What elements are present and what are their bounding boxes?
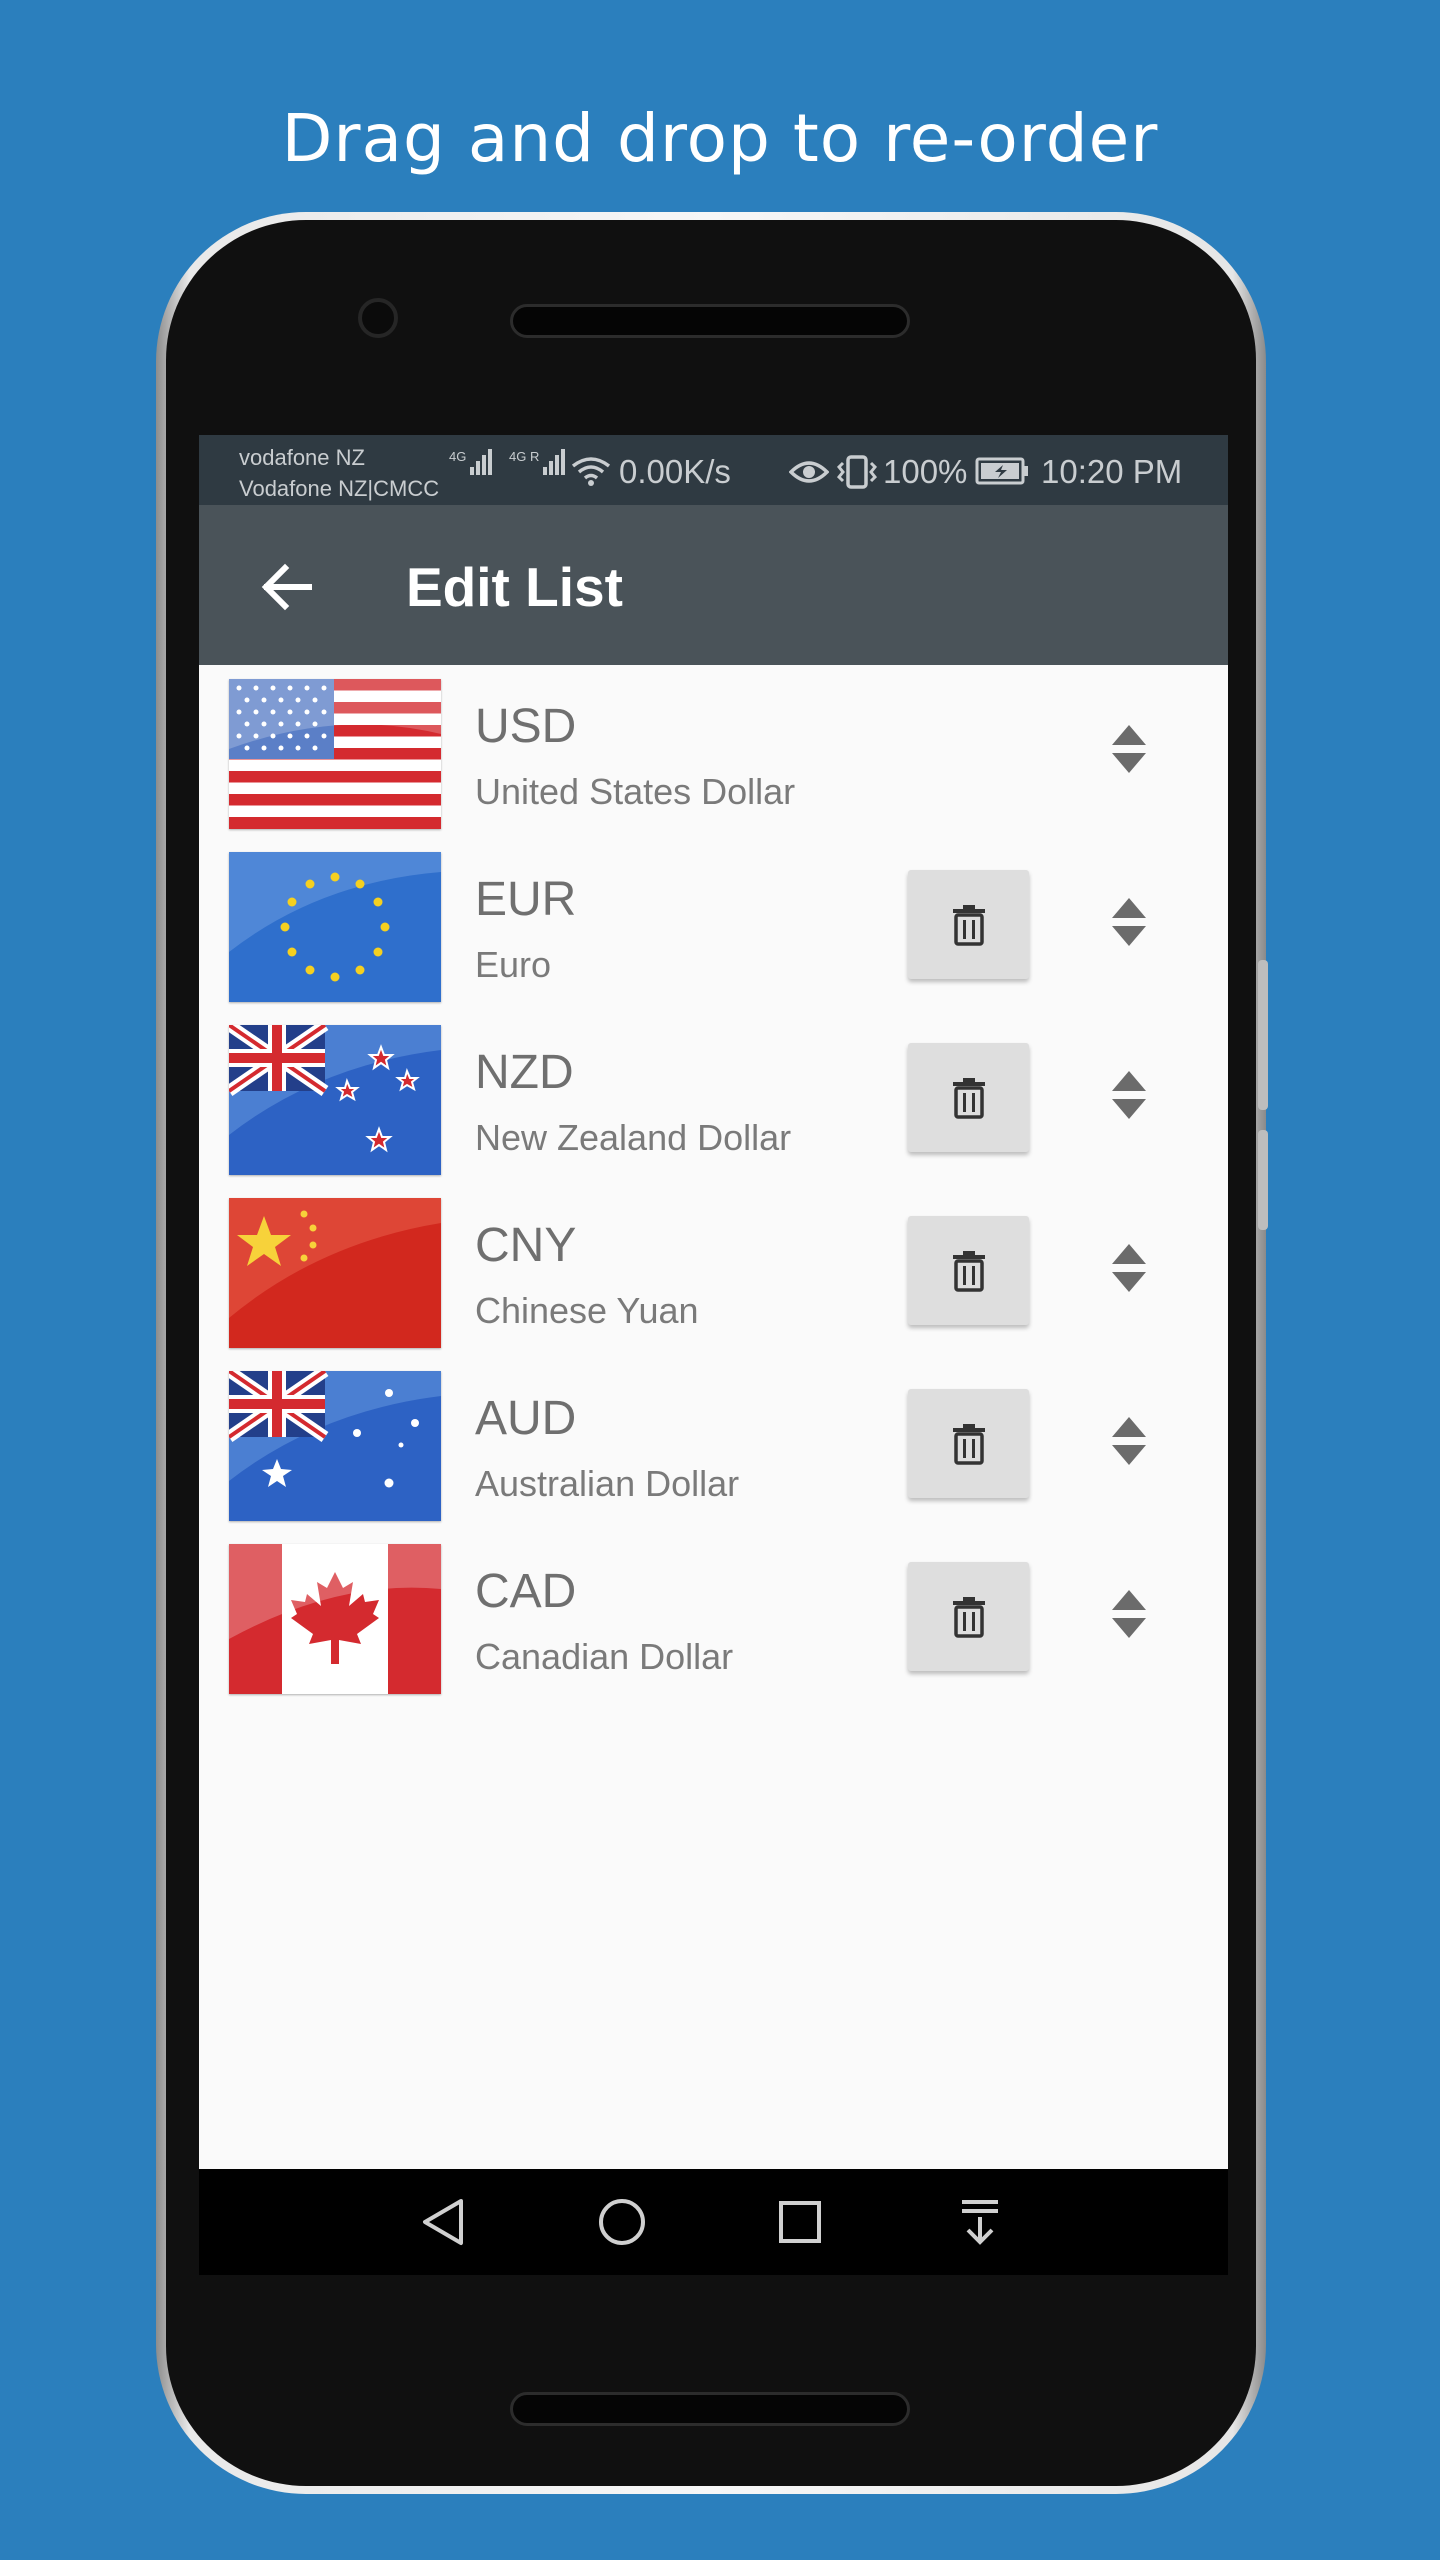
currency-code: USD bbox=[475, 700, 577, 753]
delete-button[interactable] bbox=[908, 1216, 1029, 1325]
currency-code: CNY bbox=[475, 1219, 577, 1272]
trash-icon bbox=[952, 1077, 985, 1119]
currency-name: United States Dollar bbox=[475, 771, 796, 812]
wifi-icon bbox=[571, 457, 611, 486]
eye-icon bbox=[789, 461, 829, 483]
nav-home-icon bbox=[599, 2199, 645, 2245]
battery-percent: 100% bbox=[883, 453, 968, 490]
drag-handle[interactable] bbox=[1107, 1584, 1151, 1644]
delete-button[interactable] bbox=[908, 1043, 1029, 1152]
list-item[interactable]: AUD Australian Dollar bbox=[199, 1371, 1228, 1544]
front-camera bbox=[358, 298, 398, 338]
signal-1-tag: 4G bbox=[449, 449, 467, 464]
drag-handle-icon bbox=[1112, 1590, 1146, 1638]
signal-1-icon: 4G bbox=[449, 449, 493, 475]
carrier-1: vodafone NZ bbox=[239, 445, 365, 470]
delete-button[interactable] bbox=[908, 1562, 1029, 1671]
currency-code: EUR bbox=[475, 873, 577, 926]
app-bar: Edit List bbox=[199, 505, 1228, 665]
currency-name: Chinese Yuan bbox=[475, 1290, 699, 1331]
drag-handle[interactable] bbox=[1107, 892, 1151, 952]
net-speed: 0.00K/s bbox=[619, 453, 731, 490]
currency-code: NZD bbox=[475, 1046, 574, 1099]
status-bar: vodafone NZ Vodafone NZ|CMCC 4G 4G R 0.0… bbox=[199, 435, 1228, 505]
nav-pull-down-button[interactable] bbox=[950, 2192, 1010, 2252]
list-item[interactable]: USD United States Dollar bbox=[199, 679, 1228, 852]
list-item[interactable]: CAD Canadian Dollar bbox=[199, 1544, 1228, 1717]
drag-handle[interactable] bbox=[1107, 719, 1151, 779]
navigation-bar bbox=[199, 2169, 1228, 2275]
list-item[interactable]: NZD New Zealand Dollar bbox=[199, 1025, 1228, 1198]
trash-icon bbox=[952, 904, 985, 946]
signal-2-tag: 4G R bbox=[509, 449, 540, 464]
drag-handle-icon bbox=[1112, 1071, 1146, 1119]
page-title: Edit List bbox=[406, 556, 623, 618]
currency-code: CAD bbox=[475, 1565, 577, 1618]
carrier-2: Vodafone NZ|CMCC bbox=[239, 476, 440, 501]
drag-handle[interactable] bbox=[1107, 1238, 1151, 1298]
back-button[interactable] bbox=[247, 547, 327, 627]
nav-back-button[interactable] bbox=[413, 2192, 473, 2252]
vibrate-icon bbox=[836, 455, 878, 489]
battery-icon bbox=[975, 457, 1028, 485]
au-flag bbox=[229, 1371, 441, 1521]
currency-list: USD United States Dollar EUR Euro NZD Ne… bbox=[199, 679, 1228, 1717]
arrow-left-icon bbox=[261, 563, 312, 611]
drag-handle-icon bbox=[1112, 725, 1146, 773]
currency-name: New Zealand Dollar bbox=[475, 1117, 792, 1158]
nav-recents-button[interactable] bbox=[770, 2192, 830, 2252]
carrier-info: vodafone NZ Vodafone NZ|CMCC bbox=[239, 442, 439, 504]
ca-flag bbox=[229, 1544, 441, 1694]
power-button bbox=[1258, 1130, 1268, 1230]
trash-icon bbox=[952, 1596, 985, 1638]
trash-icon bbox=[952, 1250, 985, 1292]
delete-button[interactable] bbox=[908, 1389, 1029, 1498]
eu-flag bbox=[229, 852, 441, 1002]
trash-icon bbox=[952, 1423, 985, 1465]
list-item[interactable]: EUR Euro bbox=[199, 852, 1228, 1025]
drag-handle[interactable] bbox=[1107, 1411, 1151, 1471]
clock: 10:20 PM bbox=[1041, 453, 1183, 490]
currency-name: Canadian Dollar bbox=[475, 1636, 734, 1677]
nz-flag bbox=[229, 1025, 441, 1175]
nav-pull-down-icon bbox=[962, 2200, 998, 2245]
list-item[interactable]: CNY Chinese Yuan bbox=[199, 1198, 1228, 1371]
currency-name: Australian Dollar bbox=[475, 1463, 740, 1504]
phone-screen: vodafone NZ Vodafone NZ|CMCC 4G 4G R 0.0… bbox=[199, 435, 1228, 2275]
us-flag bbox=[229, 679, 441, 829]
bottom-speaker bbox=[510, 2392, 910, 2426]
nav-home-button[interactable] bbox=[592, 2192, 652, 2252]
headline: Drag and drop to re-order bbox=[281, 100, 1159, 177]
nav-recents-icon bbox=[779, 2201, 821, 2243]
signal-2-icon: 4G R bbox=[509, 449, 566, 475]
nav-back-icon bbox=[423, 2199, 463, 2245]
drag-handle-icon bbox=[1112, 898, 1146, 946]
drag-handle-icon bbox=[1112, 1244, 1146, 1292]
drag-handle-icon bbox=[1112, 1417, 1146, 1465]
drag-handle[interactable] bbox=[1107, 1065, 1151, 1125]
currency-code: AUD bbox=[475, 1392, 577, 1445]
cn-flag bbox=[229, 1198, 441, 1348]
volume-button bbox=[1258, 960, 1268, 1110]
top-speaker bbox=[510, 304, 910, 338]
delete-button[interactable] bbox=[908, 870, 1029, 979]
currency-name: Euro bbox=[475, 944, 552, 985]
